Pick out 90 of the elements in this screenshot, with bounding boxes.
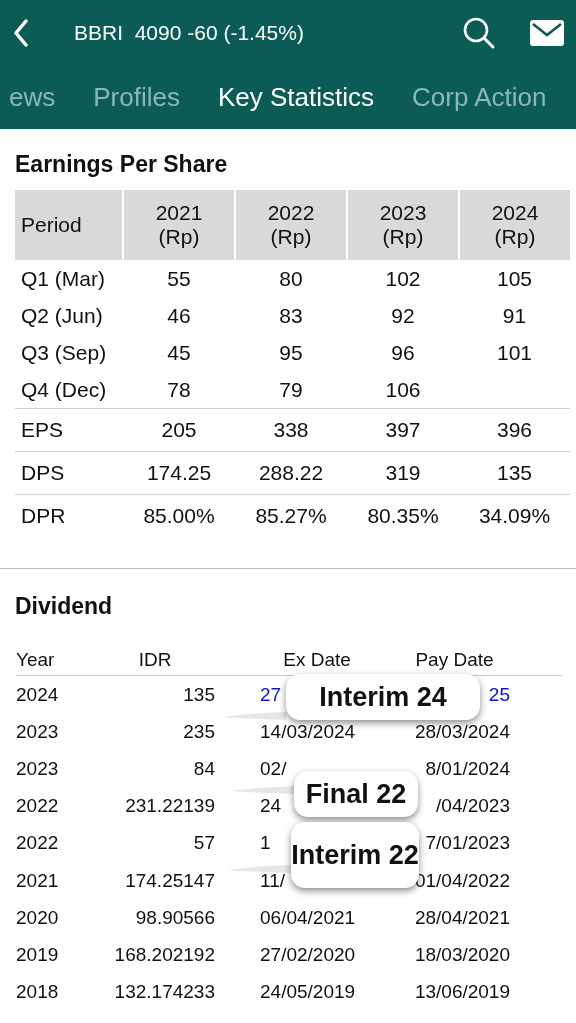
- table-cell: 396: [459, 408, 570, 452]
- row-label: DPR: [15, 494, 123, 537]
- column-header: 2024 (Rp): [459, 190, 570, 260]
- table-cell: 7/01/2023: [425, 832, 510, 855]
- table-cell-text: 96: [390, 339, 416, 366]
- row-label: Q3 (Sep): [20, 339, 108, 366]
- table-cell: 25: [488, 683, 510, 706]
- table-cell-text: 2023: [16, 757, 60, 780]
- table-cell: 11/: [260, 869, 285, 892]
- column-header: IDR: [137, 648, 173, 671]
- table-cell: 27/02/2020: [260, 943, 356, 966]
- column-header: Period: [15, 190, 123, 260]
- table-cell: 18/03/2020: [414, 943, 510, 966]
- column-header: 2021 (Rp): [123, 190, 235, 260]
- callout-label: Final 22: [294, 771, 418, 817]
- table-cell: 13/06/2019: [414, 981, 510, 1004]
- search-icon[interactable]: [462, 16, 496, 50]
- row-label: Q4 (Dec): [15, 371, 123, 409]
- table-cell: 205: [123, 408, 235, 452]
- table-cell: /04/2023: [436, 795, 510, 818]
- table-cell: 85.00%: [123, 494, 235, 537]
- table-cell: 24: [260, 795, 282, 818]
- tab[interactable]: ews: [9, 81, 56, 113]
- table-cell-text: 101: [495, 339, 533, 366]
- table-cell-text: 2023: [16, 720, 60, 743]
- column-header: Pay Date: [414, 648, 495, 671]
- table-cell: 06/04/2021: [260, 906, 356, 929]
- table-cell: 106: [347, 371, 459, 409]
- table-cell-text: 174.25147: [124, 869, 215, 892]
- column-header: 2023 (Rp): [347, 190, 459, 260]
- column-header: Year: [16, 648, 56, 671]
- section-title: Earnings Per Share: [15, 150, 228, 179]
- table-cell-text: 231.22139: [124, 795, 215, 818]
- table-cell-text: 2022: [16, 832, 60, 855]
- callout-label: Interim 24: [286, 674, 480, 720]
- table-cell: 14/03/2024: [260, 720, 356, 743]
- table-cell-text: 91: [501, 302, 528, 329]
- table-cell-text: 2019: [16, 943, 60, 966]
- table-cell-text: 83: [278, 302, 304, 329]
- tab[interactable]: Profiles: [93, 81, 180, 113]
- table-cell: 102: [347, 260, 459, 297]
- row-label: Q2 (Jun): [20, 302, 104, 329]
- table-cell: 319: [347, 451, 459, 495]
- table-cell-text: 2022: [16, 795, 60, 818]
- row-label: DPS: [15, 451, 123, 495]
- table-cell-text: 132.174233: [113, 981, 215, 1004]
- table-cell: 1: [260, 832, 271, 855]
- table-cell: 55: [123, 260, 235, 297]
- table-cell: 28/04/2021: [414, 906, 510, 929]
- column-header: Ex Date: [282, 648, 352, 671]
- table-cell-text: 57: [192, 832, 215, 855]
- table-cell-text: 235: [182, 720, 215, 743]
- mail-icon[interactable]: [530, 20, 564, 46]
- table-cell: 397: [347, 408, 459, 452]
- table-cell-text: 168.202192: [113, 943, 215, 966]
- section-title: Dividend: [15, 592, 113, 621]
- table-cell: 24/05/2019: [260, 981, 356, 1004]
- back-icon[interactable]: [13, 19, 29, 47]
- row-label: Q1 (Mar): [15, 260, 123, 297]
- table-cell: 338: [235, 408, 347, 452]
- table-cell: 02/: [260, 757, 287, 780]
- table-cell-text: 2024: [16, 683, 60, 706]
- tab[interactable]: Key Statistics: [217, 81, 374, 113]
- table-cell-text: 2021: [16, 869, 60, 892]
- stock-quote-title: BBRI 4090 -60 (-1.45%): [74, 21, 304, 45]
- table-cell-text: 95: [278, 339, 304, 366]
- table-cell-text: 45: [166, 339, 192, 366]
- table-cell: 8/01/2024: [425, 757, 510, 780]
- table-cell-text: 46: [166, 302, 192, 329]
- table-cell: 174.25: [123, 451, 235, 495]
- table-cell-text: 92: [390, 302, 416, 329]
- table-cell: 85.27%: [235, 494, 347, 537]
- tab[interactable]: Corp Action: [412, 81, 547, 113]
- table-cell: 79: [235, 371, 347, 409]
- table-cell-text: 98.90566: [134, 906, 215, 929]
- table-cell-text: 84: [192, 757, 215, 780]
- table-cell-text: 2018: [16, 981, 60, 1004]
- table-cell: 78: [123, 371, 235, 409]
- table-cell: 105: [459, 260, 570, 297]
- table-cell-text: 135: [182, 683, 215, 706]
- row-label: EPS: [15, 408, 123, 452]
- table-cell: 28/03/2024: [414, 720, 510, 743]
- table-cell: 135: [459, 451, 570, 495]
- table-cell: 27: [260, 683, 282, 706]
- table-cell-text: 2020: [16, 906, 60, 929]
- table-cell: 34.09%: [459, 494, 570, 537]
- column-header: 2022 (Rp): [235, 190, 347, 260]
- table-cell: 80.35%: [347, 494, 459, 537]
- table-cell: 80: [235, 260, 347, 297]
- table-cell: 288.22: [235, 451, 347, 495]
